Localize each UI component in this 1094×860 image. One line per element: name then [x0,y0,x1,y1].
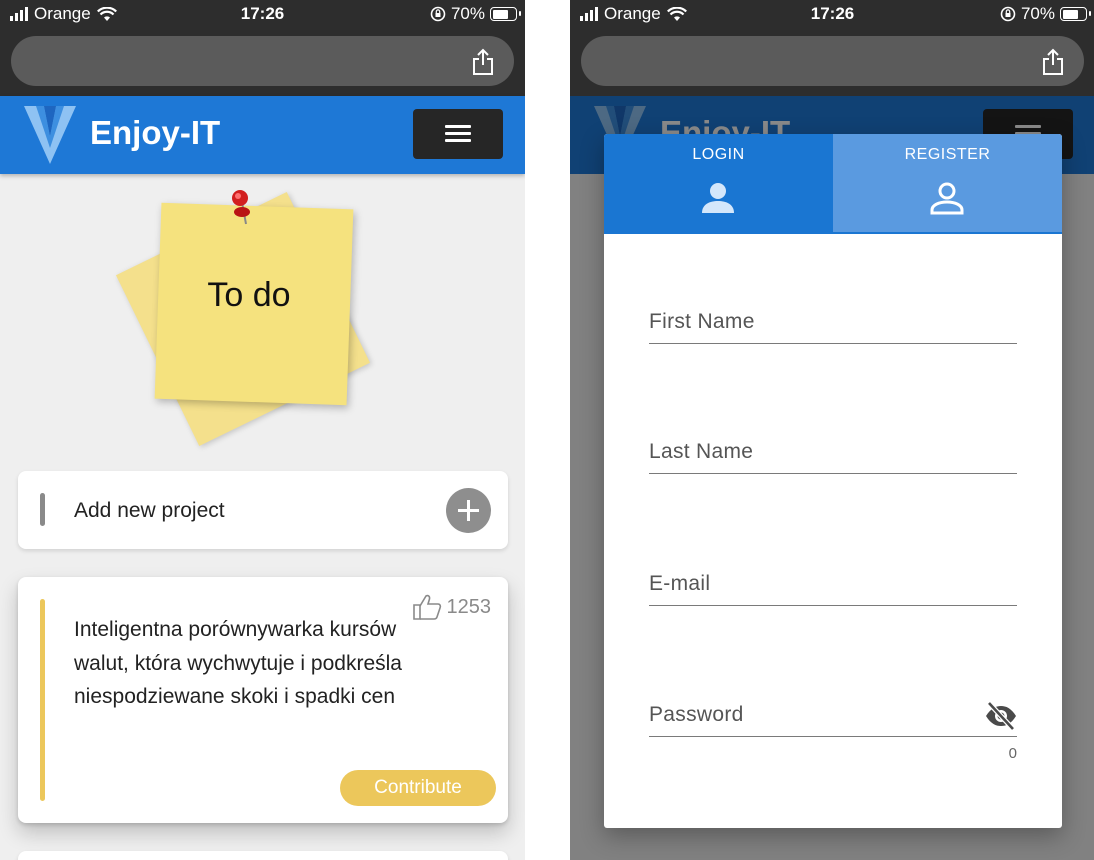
first-name-label: First Name [649,310,755,333]
app-header: Enjoy-IT [0,96,525,174]
auth-dialog: LOGIN REGISTER First Name Last Name E-ma… [604,134,1062,828]
brand-name: Enjoy-IT [90,114,221,151]
logo-icon [24,106,76,164]
person-outline-icon [930,182,964,215]
address-bar[interactable] [11,36,514,86]
password-label: Password [649,703,744,726]
battery-icon [1060,7,1091,21]
add-icon[interactable] [446,488,491,533]
battery-percent: 70% [1020,4,1055,23]
project-card-next [18,851,508,860]
browser-toolbar [570,30,1094,96]
sticky-note: To do [115,186,383,447]
contribute-button[interactable]: Contribute [340,770,496,806]
sticky-note-title: To do [207,276,291,314]
share-icon[interactable] [470,48,496,76]
last-name-field[interactable]: Last Name [649,432,1017,474]
battery-percent: 70% [450,4,485,23]
like-count: 1253 [446,595,492,618]
address-bar[interactable] [581,36,1084,86]
tab-register-label: REGISTER [904,146,991,163]
project-card: 1253 Inteligentna porównywarka kursów wa… [18,577,508,823]
last-name-label: Last Name [649,440,754,463]
status-bar: Orange 17:26 70% [570,0,1094,30]
auth-tabs: LOGIN REGISTER [604,134,1062,234]
first-name-field[interactable]: First Name [649,302,1017,344]
pushpin-icon [232,190,250,225]
menu-button[interactable] [413,109,503,159]
phone-screen-register: Orange 17:26 70% Enjoy-IT LOGIN REGISTER… [570,0,1094,860]
email-label: E-mail [649,572,711,595]
add-project-label: Add new project [74,499,225,522]
tab-login[interactable]: LOGIN [604,134,833,234]
tab-login-label: LOGIN [692,146,745,163]
rotation-lock-icon [430,6,446,22]
browser-toolbar [0,30,525,96]
hamburger-icon [445,125,471,128]
share-icon[interactable] [1040,48,1066,76]
battery-icon [490,7,521,21]
phone-screen-projects: Orange 17:26 70% Enjoy-IT To do Add new … [0,0,525,860]
status-bar: Orange 17:26 70% [0,0,525,30]
add-project-card[interactable]: Add new project [18,471,508,549]
password-char-counter: 0 [1008,745,1017,762]
person-filled-icon [702,183,734,213]
rotation-lock-icon [1000,6,1016,22]
password-field[interactable]: Password [649,695,1017,737]
tab-register[interactable]: REGISTER [833,134,1062,234]
project-description: Inteligentna porównywarka kursów walut, … [74,618,402,708]
eye-off-icon[interactable] [985,701,1017,731]
email-field[interactable]: E-mail [649,564,1017,606]
